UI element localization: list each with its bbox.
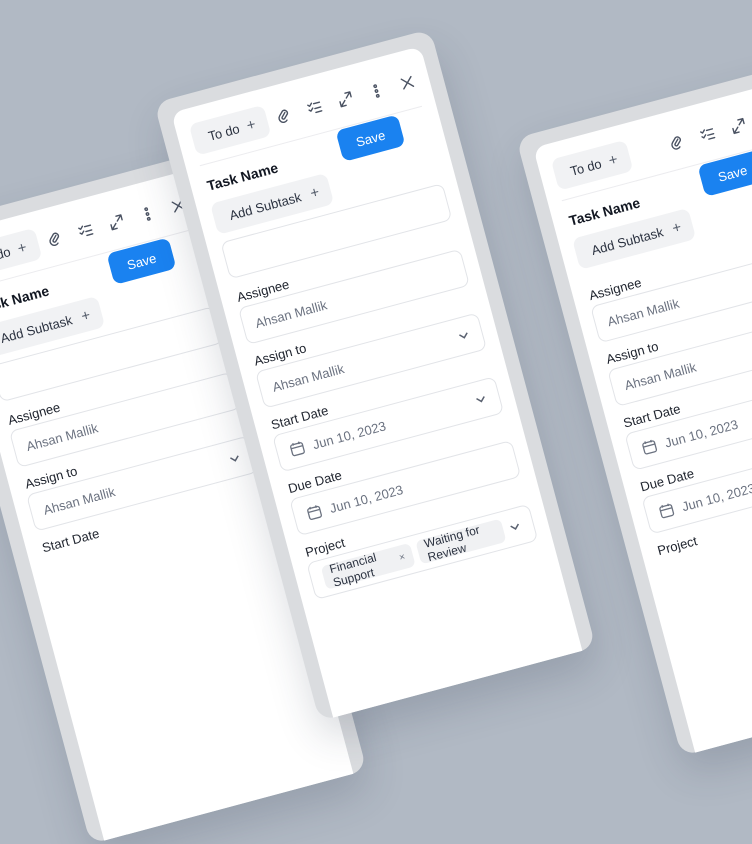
remove-tag-icon[interactable]: × [398,551,406,563]
calendar-icon [657,501,677,521]
assignee-placeholder: Ahsan Mallik [24,419,100,454]
status-dropdown[interactable]: To do + [550,139,634,191]
project-label: Project [655,533,699,559]
close-icon[interactable] [398,73,418,93]
plus-icon: + [606,150,620,169]
expand-icon[interactable] [107,212,127,232]
chevron-down-icon [508,520,523,535]
start-date-label: Start Date [40,525,101,556]
more-vertical-icon[interactable] [138,204,158,224]
project-tag-label: Financial Support [327,550,378,590]
status-label: To do [568,155,604,179]
due-date-value: Jun 10, 2023 [327,481,405,516]
accent-stripe [449,131,464,157]
start-date-value: Jun 10, 2023 [663,416,740,451]
expand-icon[interactable] [336,89,356,109]
plus-icon: + [79,306,93,325]
assignee-placeholder: Ahsan Mallik [605,295,681,329]
add-subtask-label: Add Subtask [0,311,74,346]
expand-icon[interactable] [729,116,749,136]
due-date-value: Jun 10, 2023 [680,479,752,514]
calendar-icon [305,503,325,523]
plus-icon: + [670,218,684,237]
attach-icon[interactable] [667,133,687,153]
add-subtask-label: Add Subtask [227,188,303,223]
chevron-down-icon [456,328,471,343]
project-tag-label: Waiting for Review [422,522,482,565]
plus-icon: + [244,115,258,134]
calendar-icon [288,439,308,459]
start-date-value: Jun 10, 2023 [310,417,388,452]
assignee-placeholder: Ahsan Mallik [253,296,329,331]
checklist-icon[interactable] [698,124,718,144]
toolbar [667,108,752,152]
save-button[interactable]: Save [106,237,177,285]
status-label: To do [0,243,13,267]
checklist-icon[interactable] [305,98,325,118]
checklist-icon[interactable] [76,221,96,241]
plus-icon: + [15,238,29,257]
chevron-down-icon [227,451,242,466]
save-button[interactable]: Save [335,114,406,162]
assign-to-value: Ahsan Mallik [622,358,698,393]
attach-icon[interactable] [274,106,294,126]
calendar-icon [640,437,660,457]
assign-to-value: Ahsan Mallik [41,483,117,518]
status-label: To do [206,120,242,144]
project-tag: Waiting for Review [415,518,507,565]
more-vertical-icon[interactable] [367,81,387,101]
status-dropdown[interactable]: To do + [188,104,272,156]
add-subtask-label: Add Subtask [589,223,665,258]
attach-icon[interactable] [45,229,65,249]
chevron-down-icon [474,392,489,407]
assign-to-value: Ahsan Mallik [270,360,346,395]
plus-icon: + [308,183,322,202]
